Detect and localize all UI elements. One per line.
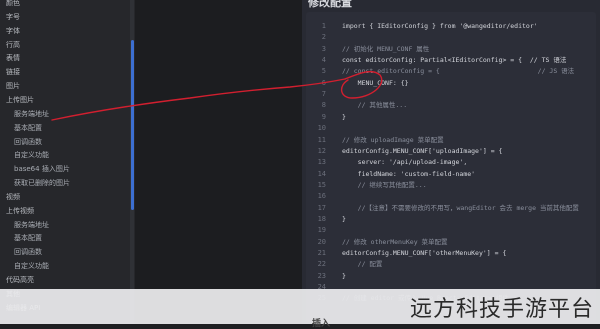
code-text: } [342,271,346,280]
code-text: editorConfig.MENU_CONF['uploadImage'] = … [342,146,503,155]
sidebar-item[interactable]: 代码高亮 [6,276,34,285]
line-number: 7 [321,90,326,99]
sidebar-item[interactable]: 自定义功能 [14,262,49,271]
code-line: 14 fieldName: 'custom-field-name' [306,168,596,180]
line-number: 21 [317,249,326,257]
line-number: 5 [321,67,326,76]
next-section-heading: 插入 [312,319,331,329]
line-number: 14 [317,169,326,178]
code-line: 15 // 继续写其他配置... [306,179,596,191]
code-text: // 配置 [342,260,383,269]
line-number: 15 [317,180,326,189]
sidebar-item[interactable]: 自定义功能 [14,151,49,160]
code-text: editorConfig.MENU_CONF['otherMenuKey'] =… [342,249,507,257]
code-line: 3 // 初始化 MENU_CONF 属性 [306,43,596,55]
sidebar-item[interactable]: 回调函数 [14,138,42,147]
line-number: 3 [321,44,326,53]
section-heading: 修改配置 [308,0,352,9]
sidebar-item[interactable]: 获取已删除的图片 [14,179,70,188]
line-number: 13 [317,158,326,167]
code-line: 9} [306,111,596,123]
code-panel: 修改配置 1 import { IEditorConfig } from '@wa… [302,0,600,324]
line-number: 17 [317,203,326,212]
code-line: 22 // 配置 [306,258,596,270]
content-gap [135,0,302,324]
code-text: } [342,112,346,121]
code-line: 6 MENU_CONF: {} [306,77,596,89]
line-number: 9 [321,112,326,121]
code-line: 21 editorConfig.MENU_CONF['otherMenuKey']… [306,247,596,259]
code-text: //【注意】不需要修改的不用写，wangEditor 会去 merge 当前其他… [342,203,579,212]
docs-sidebar: 颜色 字号 字体 行高 表情 链接 图片 上传图片 服务端地址 基本配置 回调函数 自定义功能 base… [0,0,135,324]
sidebar-item[interactable]: 服务端地址 [14,110,49,119]
code-line: 10 [306,122,596,134]
sidebar-item[interactable]: 回调函数 [14,248,42,257]
line-number: 12 [317,146,326,155]
line-number: 2 [321,33,326,42]
code-line: 19 [306,224,596,236]
sidebar-item[interactable]: 服务端地址 [14,221,49,230]
sidebar-item[interactable]: base64 插入图片 [14,165,70,174]
code-text: MENU_CONF: {} [342,78,409,87]
sidebar-item[interactable]: 基本配置 [14,234,42,243]
line-number: 11 [317,135,326,144]
line-number: 20 [317,237,326,246]
sidebar-item[interactable]: 上传图片 [6,96,34,105]
sidebar-item[interactable]: 链接 [6,68,20,77]
code-line: 4 const editorConfig: Partial<IEditorConf… [306,54,596,66]
line-number: 19 [317,226,326,235]
line-number: 8 [321,101,326,110]
code-text: server: '/api/upload-image', [342,158,468,167]
watermark-text: 远方科技手游平台 [409,297,594,322]
code-block: 1 import { IEditorConfig } from '@wangedi… [306,12,596,322]
line-number: 4 [321,56,326,65]
code-text: fieldName: 'custom-field-name' [342,169,476,178]
sidebar-item[interactable]: 视频 [6,193,20,202]
code-text: // const editorConfig = { // JS 语法 [342,67,575,76]
code-line: 16 [306,190,596,202]
code-text: // 其他属性... [342,101,408,110]
line-number: 16 [317,192,326,201]
code-line: 18} [306,213,596,225]
sidebar-item[interactable]: 字号 [6,13,20,22]
sidebar-item[interactable]: 行高 [6,41,20,50]
code-line: 8 // 其他属性... [306,99,596,111]
line-number: 1 [321,22,326,30]
code-text: // 修改 otherMenuKey 菜单配置 [342,237,448,246]
sidebar-item[interactable]: 基本配置 [14,124,42,133]
code-text: import { IEditorConfig } from '@wangedit… [342,22,538,30]
line-number: 6 [321,78,326,87]
code-text: const editorConfig: Partial<IEditorConfi… [342,56,567,65]
sidebar-item[interactable]: 颜色 [6,0,20,8]
code-text: } [342,214,346,223]
sidebar-item[interactable]: 图片 [6,82,20,91]
line-number: 23 [317,271,326,280]
code-line: 2 [306,31,596,43]
line-number: 18 [317,214,326,223]
sidebar-item[interactable]: 上传视频 [6,207,34,216]
code-line: 7 [306,88,596,100]
code-line: 5 // const editorConfig = { // JS 语法 [306,65,596,77]
code-line: 12 editorConfig.MENU_CONF['uploadImage'] … [306,145,596,157]
code-text: // 初始化 MENU_CONF 属性 [342,44,430,53]
code-text: // 继续写其他配置... [342,180,427,189]
code-line: 13 server: '/api/upload-image', [306,156,596,168]
code-line: 23} [306,270,596,282]
code-line: 20 // 修改 otherMenuKey 菜单配置 [306,236,596,248]
line-number: 10 [317,124,326,133]
code-line: 11 // 修改 uploadImage 菜单配置 [306,134,596,146]
code-line: 17 //【注意】不需要修改的不用写，wangEditor 会去 merge 当… [306,202,596,214]
sidebar-scrollbar-thumb[interactable] [131,40,134,210]
line-number: 22 [317,260,326,269]
sidebar-item[interactable]: 表情 [6,54,20,63]
code-line: 1 import { IEditorConfig } from '@wangedi… [306,20,596,32]
sidebar-item[interactable]: 字体 [6,27,20,36]
code-text: // 修改 uploadImage 菜单配置 [342,135,444,144]
